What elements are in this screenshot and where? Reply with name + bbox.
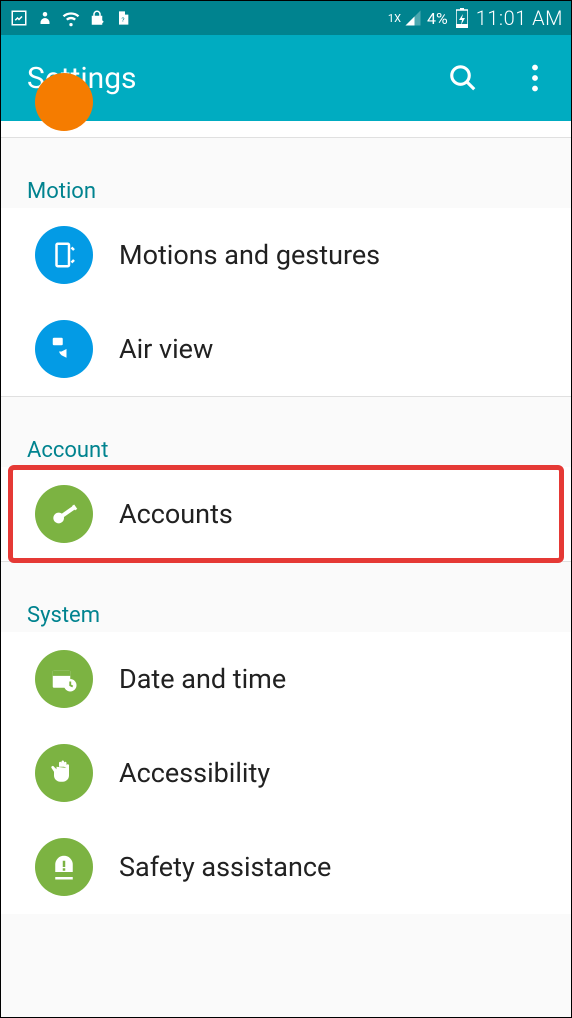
settings-item-accounts[interactable]: Accounts (1, 467, 571, 561)
battery-percentage: 4% (427, 9, 448, 28)
item-label: Air view (119, 333, 213, 365)
section-header-account: Account (1, 428, 571, 467)
more-icon[interactable] (519, 62, 551, 94)
unknown-file-icon: ? (113, 8, 133, 28)
partial-previous-item[interactable] (1, 121, 571, 137)
settings-item-air-view[interactable]: Air view (1, 302, 571, 396)
item-label: Motions and gestures (119, 239, 380, 271)
settings-item-safety-assistance[interactable]: Safety assistance (1, 820, 571, 914)
section-header-system: System (1, 593, 571, 632)
item-label: Accounts (119, 498, 233, 530)
svg-text:?: ? (121, 16, 124, 24)
wifi-icon (61, 8, 81, 28)
person-icon (35, 8, 55, 28)
clock: 11:01 AM (476, 6, 563, 30)
status-bar: ? 1X 4% 11:01 AM (1, 1, 571, 35)
settings-item-motions-gestures[interactable]: Motions and gestures (1, 208, 571, 302)
date-time-icon (35, 650, 93, 708)
settings-list: Motion Motions and gestures Air view Acc… (1, 121, 571, 914)
lock-icon (87, 8, 107, 28)
picture-icon (9, 8, 29, 28)
item-label: Accessibility (119, 757, 270, 789)
search-icon[interactable] (447, 62, 479, 94)
section-header-motion: Motion (1, 169, 571, 208)
accounts-key-icon (35, 485, 93, 543)
motions-gestures-icon (35, 226, 93, 284)
signal-icon (403, 8, 423, 28)
item-label: Date and time (119, 663, 286, 695)
accessibility-hand-icon (35, 744, 93, 802)
network-type: 1X (388, 12, 401, 25)
settings-item-accessibility[interactable]: Accessibility (1, 726, 571, 820)
battery-charging-icon (452, 8, 472, 28)
air-view-icon (35, 320, 93, 378)
item-label: Safety assistance (119, 851, 331, 883)
safety-alert-icon (35, 838, 93, 896)
settings-item-date-time[interactable]: Date and time (1, 632, 571, 726)
